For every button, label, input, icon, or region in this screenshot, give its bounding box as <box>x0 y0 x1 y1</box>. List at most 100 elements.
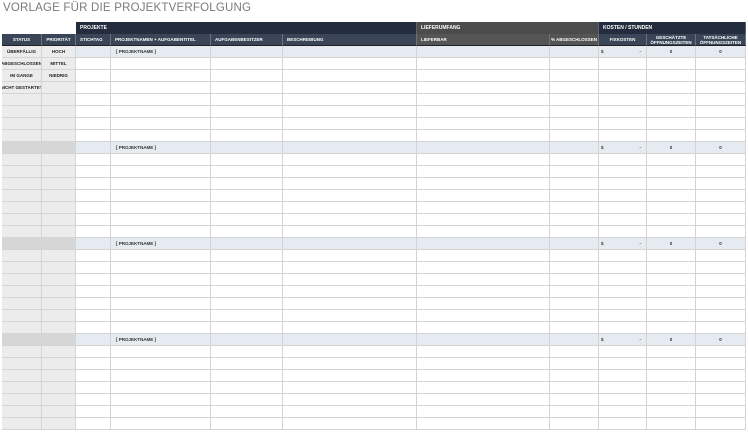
table-cell[interactable] <box>76 382 111 394</box>
table-cell[interactable] <box>76 70 111 82</box>
table-cell[interactable] <box>42 94 76 106</box>
table-cell[interactable] <box>211 394 283 406</box>
column-header-fixkosten[interactable]: FIXKOSTEN <box>599 34 647 46</box>
table-cell[interactable] <box>647 310 696 322</box>
table-cell[interactable] <box>417 286 550 298</box>
table-cell[interactable] <box>647 286 696 298</box>
table-cell[interactable] <box>599 322 647 334</box>
table-cell[interactable] <box>42 202 76 214</box>
table-cell[interactable] <box>647 166 696 178</box>
table-cell[interactable] <box>76 58 111 70</box>
table-cell[interactable] <box>696 250 746 262</box>
column-header-beschreibung[interactable]: BESCHREIBUNG <box>283 34 417 46</box>
table-cell[interactable] <box>211 94 283 106</box>
table-cell[interactable] <box>599 118 647 130</box>
table-cell[interactable] <box>2 226 42 238</box>
table-cell[interactable] <box>283 346 417 358</box>
table-cell[interactable] <box>599 310 647 322</box>
table-cell[interactable] <box>111 394 211 406</box>
table-cell[interactable] <box>42 358 76 370</box>
table-cell[interactable] <box>647 322 696 334</box>
table-cell[interactable] <box>76 394 111 406</box>
table-cell[interactable] <box>696 418 746 430</box>
table-cell[interactable] <box>696 202 746 214</box>
table-cell[interactable] <box>42 250 76 262</box>
table-cell[interactable] <box>417 274 550 286</box>
table-cell[interactable] <box>76 166 111 178</box>
table-cell[interactable] <box>2 190 42 202</box>
column-header-abgeschlossen[interactable]: % ABGESCHLOSSEN <box>550 34 599 46</box>
table-cell[interactable] <box>647 346 696 358</box>
table-cell[interactable] <box>42 310 76 322</box>
table-cell[interactable] <box>111 94 211 106</box>
table-cell[interactable] <box>42 346 76 358</box>
table-cell[interactable] <box>111 262 211 274</box>
table-cell[interactable] <box>599 418 647 430</box>
table-cell[interactable] <box>42 106 76 118</box>
legend-status[interactable]: IM GANGE <box>2 70 42 82</box>
table-cell[interactable] <box>2 418 42 430</box>
table-cell[interactable] <box>550 406 599 418</box>
table-cell[interactable] <box>696 58 746 70</box>
column-header-prioritaet[interactable]: PRIORITÄT <box>42 34 76 46</box>
table-cell[interactable] <box>76 370 111 382</box>
table-cell[interactable] <box>599 370 647 382</box>
table-cell[interactable] <box>696 226 746 238</box>
table-cell[interactable] <box>76 178 111 190</box>
table-cell[interactable] <box>2 334 42 346</box>
table-cell[interactable] <box>283 310 417 322</box>
table-cell[interactable] <box>211 334 283 346</box>
table-cell[interactable] <box>211 190 283 202</box>
table-cell[interactable] <box>76 250 111 262</box>
table-cell[interactable] <box>696 322 746 334</box>
table-cell[interactable] <box>211 238 283 250</box>
table-cell[interactable] <box>283 394 417 406</box>
table-cell[interactable] <box>696 262 746 274</box>
table-cell[interactable] <box>111 166 211 178</box>
table-cell[interactable] <box>417 118 550 130</box>
table-cell[interactable] <box>696 166 746 178</box>
table-cell[interactable] <box>599 58 647 70</box>
table-cell[interactable] <box>647 190 696 202</box>
table-cell[interactable] <box>550 94 599 106</box>
table-cell[interactable] <box>696 274 746 286</box>
table-cell[interactable] <box>76 418 111 430</box>
table-cell[interactable] <box>211 142 283 154</box>
table-cell[interactable] <box>550 298 599 310</box>
table-cell[interactable] <box>647 214 696 226</box>
table-cell[interactable] <box>599 154 647 166</box>
table-cell[interactable] <box>283 358 417 370</box>
legend-status[interactable]: NICHT GESTARTET <box>2 82 42 94</box>
fixkosten-cell[interactable]: $ - <box>599 334 647 346</box>
fixkosten-cell[interactable]: $ - <box>599 238 647 250</box>
table-cell[interactable] <box>550 58 599 70</box>
table-cell[interactable] <box>76 310 111 322</box>
table-cell[interactable] <box>2 106 42 118</box>
table-cell[interactable] <box>211 226 283 238</box>
table-cell[interactable] <box>42 406 76 418</box>
table-cell[interactable] <box>417 418 550 430</box>
table-cell[interactable] <box>111 346 211 358</box>
table-cell[interactable] <box>417 370 550 382</box>
table-cell[interactable] <box>647 118 696 130</box>
table-cell[interactable] <box>599 274 647 286</box>
table-cell[interactable] <box>417 346 550 358</box>
table-cell[interactable] <box>42 226 76 238</box>
tatsaechlich-cell[interactable]: 0 <box>696 142 746 154</box>
table-cell[interactable] <box>283 46 417 58</box>
table-cell[interactable] <box>111 190 211 202</box>
table-cell[interactable] <box>76 118 111 130</box>
table-cell[interactable] <box>2 346 42 358</box>
table-cell[interactable] <box>111 106 211 118</box>
table-cell[interactable] <box>599 394 647 406</box>
table-cell[interactable] <box>2 202 42 214</box>
table-cell[interactable] <box>111 154 211 166</box>
geschaetzt-cell[interactable]: 0 <box>647 238 696 250</box>
table-cell[interactable] <box>2 406 42 418</box>
table-cell[interactable] <box>211 106 283 118</box>
table-cell[interactable] <box>111 298 211 310</box>
table-cell[interactable] <box>647 394 696 406</box>
table-cell[interactable] <box>111 418 211 430</box>
table-cell[interactable] <box>550 178 599 190</box>
fixkosten-cell[interactable]: $ - <box>599 142 647 154</box>
